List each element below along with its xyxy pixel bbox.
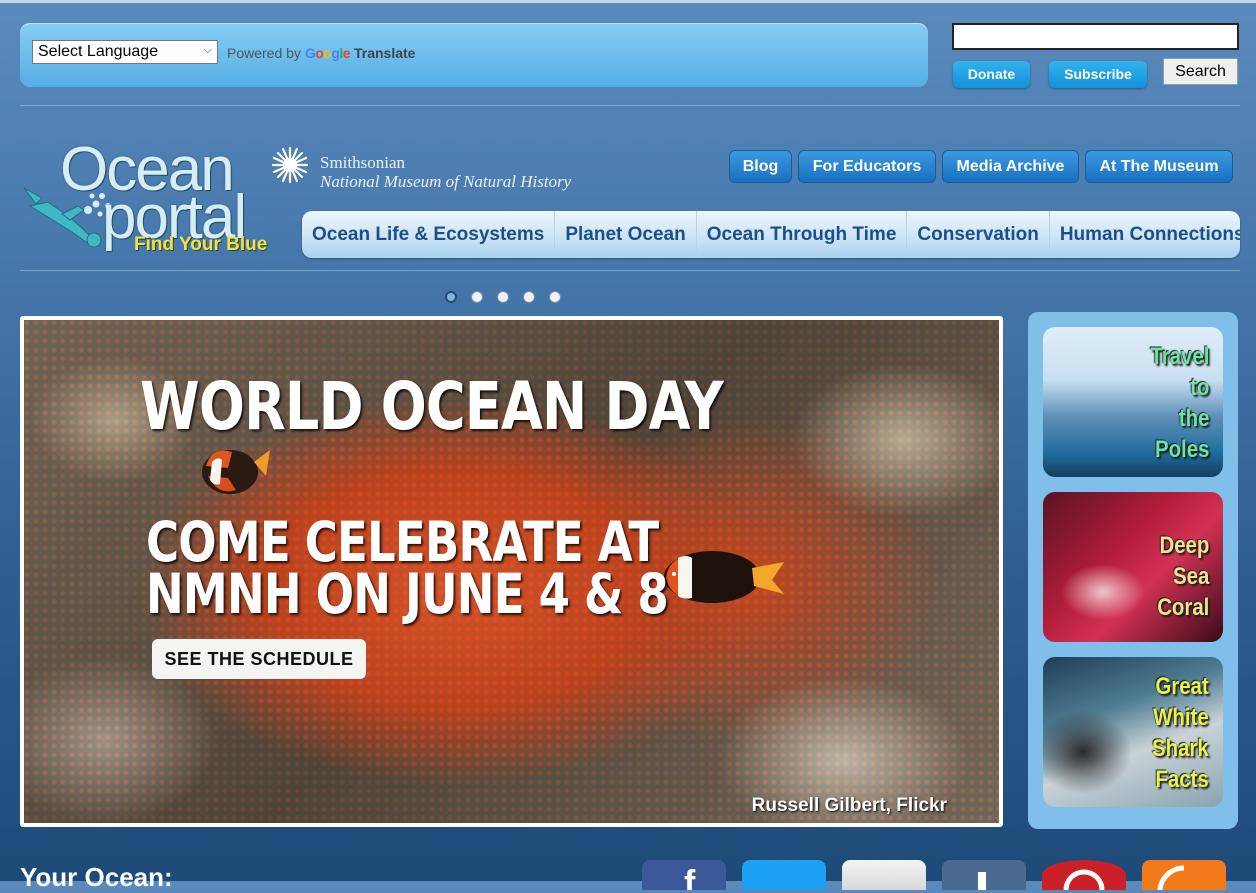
your-ocean-heading: Your Ocean:	[20, 862, 173, 892]
pinterest-icon[interactable]	[1042, 860, 1126, 890]
nav-at-the-museum[interactable]: At The Museum	[1085, 150, 1233, 183]
language-select-value: Select Language	[38, 43, 159, 60]
nav-for-educators[interactable]: For Educators	[798, 150, 936, 183]
carousel-dot-5[interactable]	[549, 291, 561, 303]
main-nav-human-connections[interactable]: Human Connections	[1050, 211, 1240, 258]
main-nav: Ocean Life & Ecosystems Planet Ocean Oce…	[302, 211, 1240, 258]
translate-bar: Select Language ⌵ Powered by Google Tran…	[20, 23, 928, 87]
nav-media-archive[interactable]: Media Archive	[942, 150, 1079, 183]
museum-name[interactable]: National Museum of Natural History	[320, 172, 571, 192]
photo-credit: Russell Gilbert, Flickr	[751, 795, 947, 816]
top-border	[0, 0, 1256, 3]
rss-icon[interactable]	[1142, 860, 1226, 890]
tumblr-icon[interactable]	[942, 860, 1026, 890]
smithsonian-name[interactable]: Smithsonian	[320, 153, 405, 173]
main-nav-ocean-life[interactable]: Ocean Life & Ecosystems	[302, 211, 556, 258]
promo-label: Deep Sea Coral	[1156, 532, 1209, 621]
powered-by-google[interactable]: Powered by Google Translate	[227, 45, 415, 61]
translate-label: Translate	[353, 45, 416, 61]
hero-title: WORLD OCEAN DAY	[140, 368, 724, 445]
main-nav-planet-ocean[interactable]: Planet Ocean	[555, 211, 697, 258]
twitter-icon[interactable]	[742, 860, 826, 890]
facebook-icon[interactable]: f	[642, 860, 726, 890]
hero-subtitle-line2: NMNH ON JUNE 4 & 8	[146, 562, 669, 626]
logo-tagline: Find Your Blue	[134, 234, 268, 255]
google-logo: Google	[304, 45, 351, 61]
promo-label: Great White Shark Facts	[1152, 673, 1209, 793]
nav-divider	[20, 270, 1240, 271]
main-nav-ocean-through-time[interactable]: Ocean Through Time	[697, 211, 908, 258]
carousel-dot-3[interactable]	[497, 291, 509, 303]
see-schedule-button[interactable]: SEE THE SCHEDULE	[152, 639, 366, 679]
carousel-dots	[445, 291, 561, 303]
side-promo-panel: Travel to the Poles Deep Sea Coral Great White…	[1028, 312, 1238, 829]
promo-deep-sea-coral[interactable]: Deep Sea Coral	[1043, 492, 1223, 642]
powered-prefix: Powered by	[227, 45, 301, 61]
carousel-dot-4[interactable]	[523, 291, 535, 303]
search-button[interactable]: Search	[1163, 58, 1238, 85]
ocean-portal-logo[interactable]: Ocean portal Find Your Blue	[22, 135, 274, 262]
promo-label: Travel to the Poles	[1150, 343, 1209, 463]
chevron-down-icon: ⌵	[203, 44, 212, 56]
donate-button[interactable]: Donate	[953, 61, 1030, 88]
svg-text:f: f	[684, 864, 696, 890]
clownfish-icon	[664, 551, 784, 603]
subscribe-button[interactable]: Subscribe	[1049, 61, 1147, 88]
hero-slide[interactable]: WORLD OCEAN DAY COME CELEBRATE AT NMNH O…	[20, 316, 1003, 827]
carousel-dot-2[interactable]	[471, 291, 483, 303]
promo-great-white-shark[interactable]: Great White Shark Facts	[1043, 657, 1223, 807]
promo-travel-to-poles[interactable]: Travel to the Poles	[1043, 327, 1223, 477]
language-select[interactable]: Select Language ⌵	[32, 40, 218, 64]
nav-blog[interactable]: Blog	[729, 150, 792, 183]
carousel-dot-1[interactable]	[445, 291, 457, 303]
search-input[interactable]	[952, 23, 1239, 50]
email-icon[interactable]	[842, 860, 926, 890]
smithsonian-sun-icon[interactable]	[271, 146, 309, 184]
hero-image-anemone[interactable]: WORLD OCEAN DAY COME CELEBRATE AT NMNH O…	[24, 320, 999, 823]
header-divider	[20, 105, 1240, 106]
main-nav-conservation[interactable]: Conservation	[907, 211, 1050, 258]
